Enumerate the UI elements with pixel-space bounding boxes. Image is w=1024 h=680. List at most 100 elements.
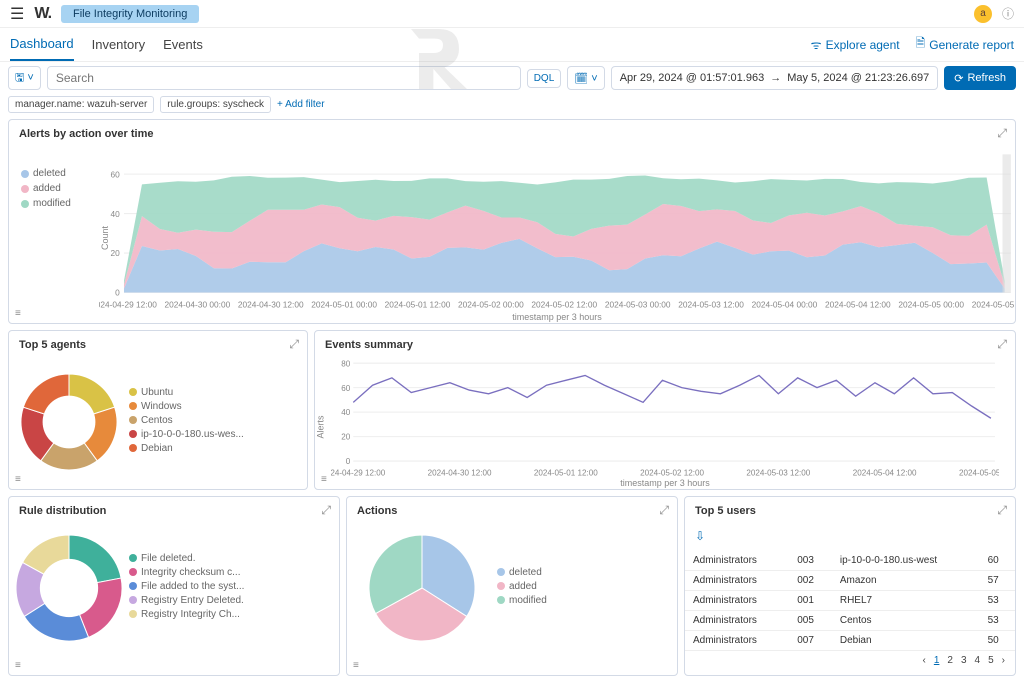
legend-label: Centos	[141, 415, 173, 426]
table-toggle-icon[interactable]: ≡	[15, 660, 21, 671]
download-icon[interactable]: ⇩	[685, 525, 1015, 547]
legend-dot	[129, 416, 137, 424]
legend-item[interactable]: added	[497, 581, 547, 592]
pager-page[interactable]: 2	[947, 655, 953, 666]
panel-title: Top 5 agents	[9, 331, 307, 359]
legend-item[interactable]: Ubuntu	[129, 387, 244, 398]
help-icon[interactable]: ⓘ	[1002, 5, 1014, 22]
tab-dashboard[interactable]: Dashboard	[10, 28, 74, 61]
table-toggle-icon[interactable]: ≡	[353, 660, 359, 671]
svg-text:2024-04-29 12:00: 2024-04-29 12:00	[99, 299, 157, 309]
expand-icon[interactable]: ⤢	[321, 503, 331, 518]
legend-item[interactable]: Debian	[129, 443, 244, 454]
pager-prev[interactable]: ‹	[923, 655, 926, 666]
legend-item[interactable]: File deleted.	[129, 553, 244, 564]
refresh-button[interactable]: ⟳Refresh	[944, 66, 1016, 90]
svg-text:2024-05-01 12:00: 2024-05-01 12:00	[385, 299, 451, 309]
legend-item[interactable]: modified	[21, 198, 99, 209]
search-input[interactable]	[47, 66, 521, 90]
legend-item[interactable]: added	[21, 183, 99, 194]
page-title-pill[interactable]: File Integrity Monitoring	[61, 5, 199, 23]
filter-pill-manager[interactable]: manager.name: wazuh-server	[8, 96, 154, 113]
legend-label: deleted	[33, 168, 66, 179]
legend-item[interactable]: Windows	[129, 401, 244, 412]
legend-dot	[21, 170, 29, 178]
legend-label: Debian	[141, 443, 173, 454]
avatar[interactable]: a	[974, 5, 992, 23]
legend-label: added	[509, 581, 537, 592]
subnav: Dashboard Inventory Events ᯤ Explore agen…	[0, 28, 1024, 62]
panel-title: Rule distribution	[9, 497, 339, 525]
legend-item[interactable]: modified	[497, 595, 547, 606]
cell: 53	[980, 611, 1015, 631]
table-row[interactable]: Administrators005Centos53	[685, 611, 1015, 631]
generate-report-link[interactable]: 🗎Generate report	[916, 34, 1014, 55]
pager-page[interactable]: 4	[975, 655, 981, 666]
cell: 002	[789, 571, 832, 591]
explore-agent-link[interactable]: ᯤ Explore agent	[811, 36, 900, 53]
dql-toggle[interactable]: DQL	[527, 69, 562, 88]
legend-item[interactable]: Integrity checksum c...	[129, 567, 244, 578]
expand-icon[interactable]: ⤢	[659, 503, 669, 518]
legend-label: Windows	[141, 401, 182, 412]
table-toggle-icon[interactable]: ≡	[15, 308, 21, 319]
expand-icon[interactable]: ⤢	[997, 126, 1007, 141]
expand-icon[interactable]: ⤢	[997, 503, 1007, 518]
legend-item[interactable]: Registry Entry Deleted.	[129, 595, 244, 606]
legend-item[interactable]: deleted	[21, 168, 99, 179]
expand-icon[interactable]: ⤢	[289, 337, 299, 352]
pager-next[interactable]: ›	[1002, 655, 1005, 666]
filter-pill-rule[interactable]: rule.groups: syscheck	[160, 96, 271, 113]
legend-item[interactable]: ip-10-0-0-180.us-wes...	[129, 429, 244, 440]
svg-text:40: 40	[111, 209, 121, 219]
pager-page[interactable]: 3	[961, 655, 967, 666]
logo[interactable]: W.	[34, 5, 51, 23]
legend-label: Registry Entry Deleted.	[141, 595, 244, 606]
svg-text:2024-04-30 12:00: 2024-04-30 12:00	[238, 299, 304, 309]
legend-dot	[129, 610, 137, 618]
menu-icon[interactable]: ☰	[10, 4, 24, 24]
explore-icon: ᯤ	[811, 36, 822, 53]
date-to: May 5, 2024 @ 21:23:26.697	[787, 72, 929, 84]
expand-icon[interactable]: ⤢	[997, 337, 1007, 352]
table-toggle-icon[interactable]: ≡	[15, 474, 21, 485]
legend-item[interactable]: deleted	[497, 567, 547, 578]
cell: Administrators	[685, 571, 789, 591]
area-chart: Count 02040602024-04-29 12:002024-04-30 …	[99, 148, 1015, 318]
pager-page[interactable]: 1	[934, 655, 940, 666]
table-row[interactable]: Administrators003ip-10-0-0-180.us-west60	[685, 551, 1015, 571]
legend-dot	[497, 596, 505, 604]
panel-title: Top 5 users	[685, 497, 1015, 525]
legend-dot	[129, 444, 137, 452]
svg-text:80: 80	[341, 359, 350, 368]
legend-item[interactable]: Centos	[129, 415, 244, 426]
panel-title: Actions	[347, 497, 677, 525]
table-row[interactable]: Administrators007Debian50	[685, 631, 1015, 651]
legend-dot	[497, 582, 505, 590]
yaxis-label: Alerts	[316, 415, 326, 438]
table-row[interactable]: Administrators002Amazon57	[685, 571, 1015, 591]
tab-events[interactable]: Events	[163, 29, 203, 60]
svg-text:60: 60	[341, 384, 350, 393]
xaxis-label: timestamp per 3 hours	[620, 478, 710, 488]
legend-item[interactable]: Registry Integrity Ch...	[129, 609, 244, 620]
report-icon: 🗎	[916, 34, 926, 55]
svg-text:20: 20	[111, 248, 121, 258]
table-row[interactable]: Administrators001RHEL753	[685, 591, 1015, 611]
panel-title: Alerts by action over time	[9, 120, 1015, 148]
legend-item[interactable]: File added to the syst...	[129, 581, 244, 592]
pager-page[interactable]: 5	[988, 655, 994, 666]
add-filter-link[interactable]: + Add filter	[277, 99, 325, 110]
cell: 005	[789, 611, 832, 631]
generate-report-label: Generate report	[929, 38, 1014, 52]
legend-dot	[129, 430, 137, 438]
tab-inventory[interactable]: Inventory	[92, 29, 145, 60]
cell: 007	[789, 631, 832, 651]
svg-text:2024-05-01 12:00: 2024-05-01 12:00	[534, 469, 598, 478]
date-picker[interactable]: Apr 29, 2024 @ 01:57:01.963 → May 5, 202…	[611, 66, 939, 90]
explore-agent-label: Explore agent	[826, 38, 900, 52]
calendar-button[interactable]: 🗓 ˅	[567, 66, 604, 90]
saved-queries-button[interactable]: 🖫 ˅	[8, 66, 41, 90]
svg-text:2024-05-02 00:00: 2024-05-02 00:00	[458, 299, 524, 309]
legend-dot	[129, 596, 137, 604]
